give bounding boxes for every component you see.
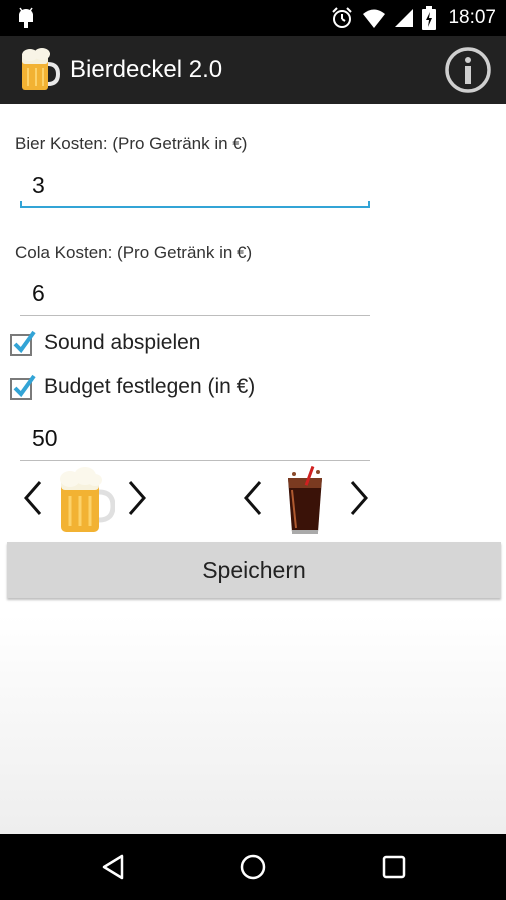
android-debug-icon [19, 7, 33, 28]
beer-mug-icon [22, 48, 60, 90]
action-bar: Bierdeckel 2.0 [0, 36, 506, 104]
signal-icon [395, 9, 414, 27]
beer-cost-input[interactable] [20, 166, 372, 204]
beer-cost-label: Bier Kosten: (Pro Getränk in €) [15, 134, 248, 153]
sound-checkbox[interactable] [10, 330, 36, 356]
save-button[interactable]: Speichern [7, 542, 501, 598]
budget-checkbox-label: Budget festlegen (in €) [44, 375, 256, 398]
cola-glass-icon [288, 466, 322, 534]
underline-tick-left [20, 201, 22, 208]
cola-next-chevron-icon[interactable] [344, 478, 372, 518]
navigation-bar [0, 834, 506, 900]
recents-icon[interactable] [378, 851, 410, 883]
battery-charging-icon [422, 6, 437, 30]
beer-prev-chevron-icon[interactable] [20, 478, 48, 518]
clock-time: 18:07 [448, 7, 496, 28]
budget-checkbox[interactable] [10, 374, 36, 400]
info-icon[interactable] [444, 46, 492, 94]
home-icon[interactable] [237, 851, 269, 883]
sound-checkbox-label: Sound abspielen [44, 331, 201, 354]
beer-cost-underline [20, 206, 370, 208]
cola-cost-input[interactable] [20, 274, 372, 312]
cola-cost-field[interactable] [20, 274, 372, 316]
budget-input[interactable] [20, 419, 372, 457]
cola-cost-label: Cola Kosten: (Pro Getränk in €) [15, 243, 253, 262]
back-icon[interactable] [98, 851, 130, 883]
budget-checkbox-row[interactable]: Budget festlegen (in €) [10, 374, 255, 400]
beer-cost-field[interactable] [20, 166, 372, 208]
sound-checkbox-row[interactable]: Sound abspielen [10, 330, 200, 356]
status-bar: 18:07 [0, 0, 506, 36]
app-title: Bierdeckel 2.0 [70, 56, 223, 83]
cola-prev-chevron-icon[interactable] [240, 478, 268, 518]
alarm-icon [332, 7, 353, 28]
settings-form: Bier Kosten: (Pro Getränk in €) Cola Kos… [0, 104, 506, 834]
wifi-icon [363, 9, 386, 28]
cola-cost-underline [20, 315, 370, 316]
beer-next-chevron-icon[interactable] [122, 478, 150, 518]
budget-field[interactable] [20, 419, 372, 461]
budget-underline [20, 460, 370, 461]
underline-tick-right [368, 201, 370, 208]
beer-mug-icon [60, 467, 115, 532]
